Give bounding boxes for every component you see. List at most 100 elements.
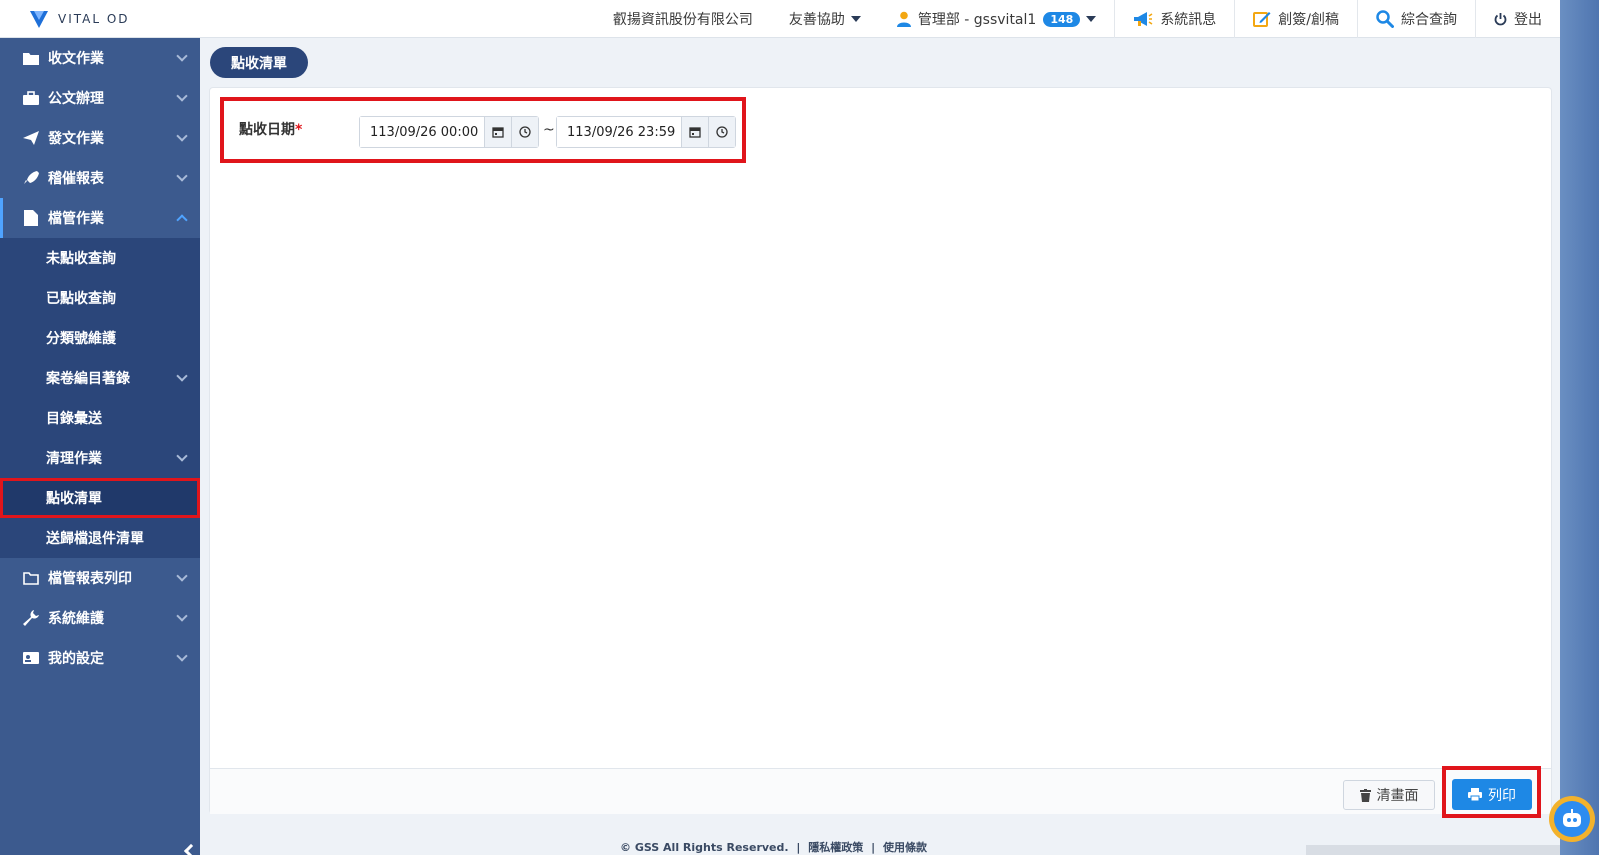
chevron-up-icon xyxy=(176,214,188,226)
sidebar-sub-cataloging[interactable]: 案卷編目著錄 xyxy=(0,358,200,398)
chevron-down-icon xyxy=(176,170,188,182)
sidebar-sub-label: 清理作業 xyxy=(46,451,102,467)
logo-icon xyxy=(28,8,50,30)
chevron-down-icon xyxy=(176,90,188,102)
logo[interactable]: VITAL OD xyxy=(0,0,200,38)
sidebar-item-label: 檔管報表列印 xyxy=(48,571,132,587)
sidebar-item-label: 系統維護 xyxy=(48,611,104,627)
sidebar-item-archive-reports[interactable]: 檔管報表列印 xyxy=(0,558,200,598)
folder-open-icon xyxy=(22,570,40,586)
search-icon xyxy=(1376,10,1394,28)
sidebar-item-label: 我的設定 xyxy=(48,651,104,667)
chevron-down-icon xyxy=(176,450,188,462)
sidebar-item-label: 發文作業 xyxy=(48,131,104,147)
send-icon xyxy=(22,130,40,146)
robot-icon xyxy=(1554,801,1590,837)
sidebar-sub-classification[interactable]: 分類號維護 xyxy=(0,318,200,358)
copyright-text: © GSS All Rights Reserved. xyxy=(620,841,789,854)
wrench-icon xyxy=(22,610,40,626)
user-menu[interactable]: 管理部 - gssvital1 148 xyxy=(879,0,1114,38)
sidebar-item-maintenance[interactable]: 系統維護 xyxy=(0,598,200,638)
chevron-down-icon xyxy=(176,50,188,62)
print-button-label: 列印 xyxy=(1488,787,1516,804)
caret-down-icon xyxy=(1086,16,1097,22)
sidebar-item-label: 收文作業 xyxy=(48,51,104,67)
power-icon xyxy=(1494,13,1507,26)
date-label-text: 點收日期 xyxy=(239,122,295,138)
sidebar-item-label: 檔管作業 xyxy=(48,211,104,227)
sidebar-item-process[interactable]: 公文辦理 xyxy=(0,78,200,118)
sidebar-sub-received[interactable]: 已點收查詢 xyxy=(0,278,200,318)
page-title: 點收清單 xyxy=(210,47,308,78)
accessibility-label: 友善協助 xyxy=(788,12,845,28)
sidebar-sub-return-list[interactable]: 送歸檔退件清單 xyxy=(0,518,200,558)
user-icon xyxy=(896,11,911,27)
sidebar-sub-unreceived[interactable]: 未點收查詢 xyxy=(0,238,200,278)
sidebar-item-reports[interactable]: 稽催報表 xyxy=(0,158,200,198)
footer-separator: | xyxy=(871,841,876,854)
sidebar-sub-label: 未點收查詢 xyxy=(46,251,116,267)
megaphone-icon xyxy=(1134,12,1153,26)
folder-icon xyxy=(22,50,40,66)
accessibility-menu[interactable]: 友善協助 xyxy=(771,0,879,38)
create-draft-label: 創簽/創稿 xyxy=(1278,12,1339,28)
printer-icon xyxy=(1468,788,1482,801)
clear-button-label: 清畫面 xyxy=(1376,788,1419,804)
page-footer: © GSS All Rights Reserved. | 隱私權政策 | 使用條… xyxy=(618,839,929,855)
calendar-icon xyxy=(689,127,701,138)
logout-link[interactable]: 登出 xyxy=(1475,0,1560,38)
sidebar-item-receive[interactable]: 收文作業 xyxy=(0,38,200,78)
sidebar-sub-catalog-submit[interactable]: 目錄彙送 xyxy=(0,398,200,438)
end-datetime-group xyxy=(556,116,736,148)
date-range-separator: ~ xyxy=(543,122,555,138)
chevron-down-icon xyxy=(176,570,188,582)
system-messages-label: 系統訊息 xyxy=(1160,12,1217,28)
sidebar-sub-label: 案卷編目著錄 xyxy=(46,371,130,387)
sidebar-item-label: 公文辦理 xyxy=(48,91,104,107)
user-label: 管理部 - gssvital1 xyxy=(917,12,1037,28)
search-label: 綜合查詢 xyxy=(1401,12,1457,28)
clear-button[interactable]: 清畫面 xyxy=(1343,780,1435,810)
print-button[interactable]: 列印 xyxy=(1452,779,1532,810)
date-field-label: 點收日期* xyxy=(239,119,302,139)
start-date-picker-button[interactable] xyxy=(484,117,511,147)
sidebar-item-dispatch[interactable]: 發文作業 xyxy=(0,118,200,158)
sidebar-sub-cleanup[interactable]: 清理作業 xyxy=(0,438,200,478)
sidebar-sub-receipt-list[interactable]: 點收清單 xyxy=(0,478,200,518)
end-date-picker-button[interactable] xyxy=(681,117,708,147)
chevron-down-icon xyxy=(176,650,188,662)
clock-icon xyxy=(716,126,728,138)
logout-label: 登出 xyxy=(1514,12,1542,28)
start-datetime-input[interactable] xyxy=(360,117,484,147)
start-time-picker-button[interactable] xyxy=(511,117,538,147)
end-time-picker-button[interactable] xyxy=(708,117,735,147)
logo-text: VITAL OD xyxy=(58,11,130,26)
system-messages-link[interactable]: 系統訊息 xyxy=(1114,0,1234,38)
panel-footer: 清畫面 列印 xyxy=(210,766,1551,818)
calendar-icon xyxy=(492,127,504,138)
caret-down-icon xyxy=(850,16,861,22)
chevron-down-icon xyxy=(176,370,188,382)
rocket-icon xyxy=(22,170,40,186)
bottom-scrollbar xyxy=(1306,845,1560,855)
sidebar-item-settings[interactable]: 我的設定 xyxy=(0,638,200,678)
end-datetime-input[interactable] xyxy=(557,117,681,147)
trash-icon xyxy=(1359,788,1371,802)
terms-link[interactable]: 使用條款 xyxy=(883,841,927,854)
sidebar-collapse-icon[interactable] xyxy=(183,843,199,855)
start-datetime-group xyxy=(359,116,539,148)
sidebar-item-label: 稽催報表 xyxy=(48,171,104,187)
main-panel: 點收日期* ~ 清畫面 列印 xyxy=(209,87,1552,818)
sidebar-item-archive[interactable]: 檔管作業 xyxy=(0,198,200,238)
user-badge: 148 xyxy=(1043,11,1081,27)
id-card-icon xyxy=(22,650,40,666)
create-draft-link[interactable]: 創簽/創稿 xyxy=(1234,0,1357,38)
chevron-down-icon xyxy=(176,130,188,142)
privacy-link[interactable]: 隱私權政策 xyxy=(808,841,863,854)
company-name: 叡揚資訊股份有限公司 xyxy=(595,0,771,38)
sidebar-sub-label: 目錄彙送 xyxy=(46,411,102,427)
edit-icon xyxy=(1253,12,1271,27)
chatbot-button[interactable] xyxy=(1549,796,1595,842)
search-link[interactable]: 綜合查詢 xyxy=(1357,0,1475,38)
right-edge-background xyxy=(1560,0,1599,855)
